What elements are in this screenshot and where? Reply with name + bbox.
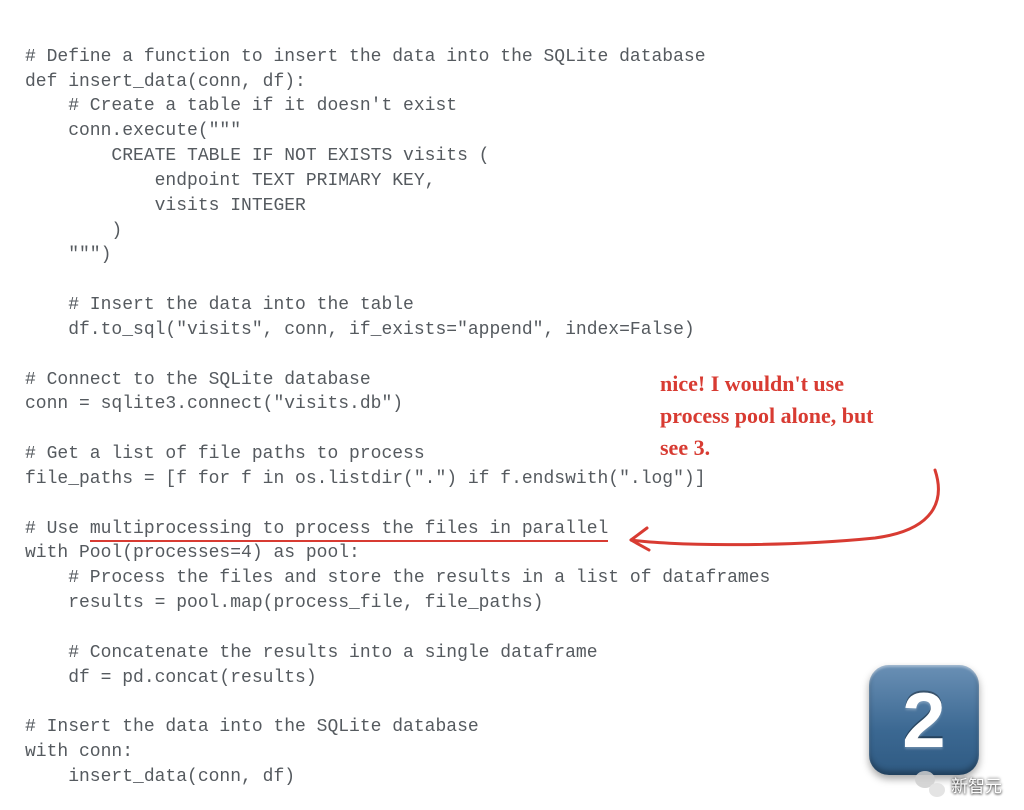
code-line: with Pool(processes=4) as pool: bbox=[25, 543, 360, 563]
code-line: # Connect to the SQLite database bbox=[25, 370, 371, 390]
code-line: with conn: bbox=[25, 742, 133, 762]
code-line: # Define a function to insert the data i… bbox=[25, 47, 706, 67]
code-line: # Use multiprocessing to process the fil… bbox=[25, 519, 608, 542]
code-line: # Insert the data into the SQLite databa… bbox=[25, 717, 479, 737]
code-line: insert_data(conn, df) bbox=[25, 767, 295, 787]
code-line: ) bbox=[25, 221, 122, 241]
wechat-icon bbox=[915, 771, 945, 797]
code-line: # Get a list of file paths to process bbox=[25, 444, 425, 464]
code-line: file_paths = [f for f in os.listdir(".")… bbox=[25, 469, 706, 489]
code-line: df = pd.concat(results) bbox=[25, 668, 317, 688]
underlined-text: multiprocessing to process the files in … bbox=[90, 519, 608, 542]
slide-number-badge: 2 bbox=[869, 665, 979, 775]
code-line: # Insert the data into the table bbox=[25, 295, 414, 315]
code-line: def insert_data(conn, df): bbox=[25, 72, 306, 92]
code-line: CREATE TABLE IF NOT EXISTS visits ( bbox=[25, 146, 489, 166]
watermark-text: 新智元 bbox=[951, 772, 1002, 797]
slide-number: 2 bbox=[902, 675, 945, 766]
annotation-line: see 3. bbox=[660, 432, 874, 464]
code-line: conn = sqlite3.connect("visits.db") bbox=[25, 394, 403, 414]
code-line: # Process the files and store the result… bbox=[25, 568, 770, 588]
code-line: """) bbox=[25, 245, 111, 265]
code-line: results = pool.map(process_file, file_pa… bbox=[25, 593, 543, 613]
code-line: # Create a table if it doesn't exist bbox=[25, 96, 457, 116]
handwritten-annotation: nice! I wouldn't use process pool alone,… bbox=[660, 368, 874, 464]
code-line: visits INTEGER bbox=[25, 196, 306, 216]
code-line: conn.execute(""" bbox=[25, 121, 241, 141]
code-fragment: # Use bbox=[25, 519, 90, 539]
annotation-line: process pool alone, but bbox=[660, 400, 874, 432]
annotation-line: nice! I wouldn't use bbox=[660, 368, 874, 400]
watermark: 新智元 bbox=[915, 771, 1002, 797]
code-line: df.to_sql("visits", conn, if_exists="app… bbox=[25, 320, 695, 340]
code-line: endpoint TEXT PRIMARY KEY, bbox=[25, 171, 435, 191]
code-line: # Concatenate the results into a single … bbox=[25, 643, 598, 663]
